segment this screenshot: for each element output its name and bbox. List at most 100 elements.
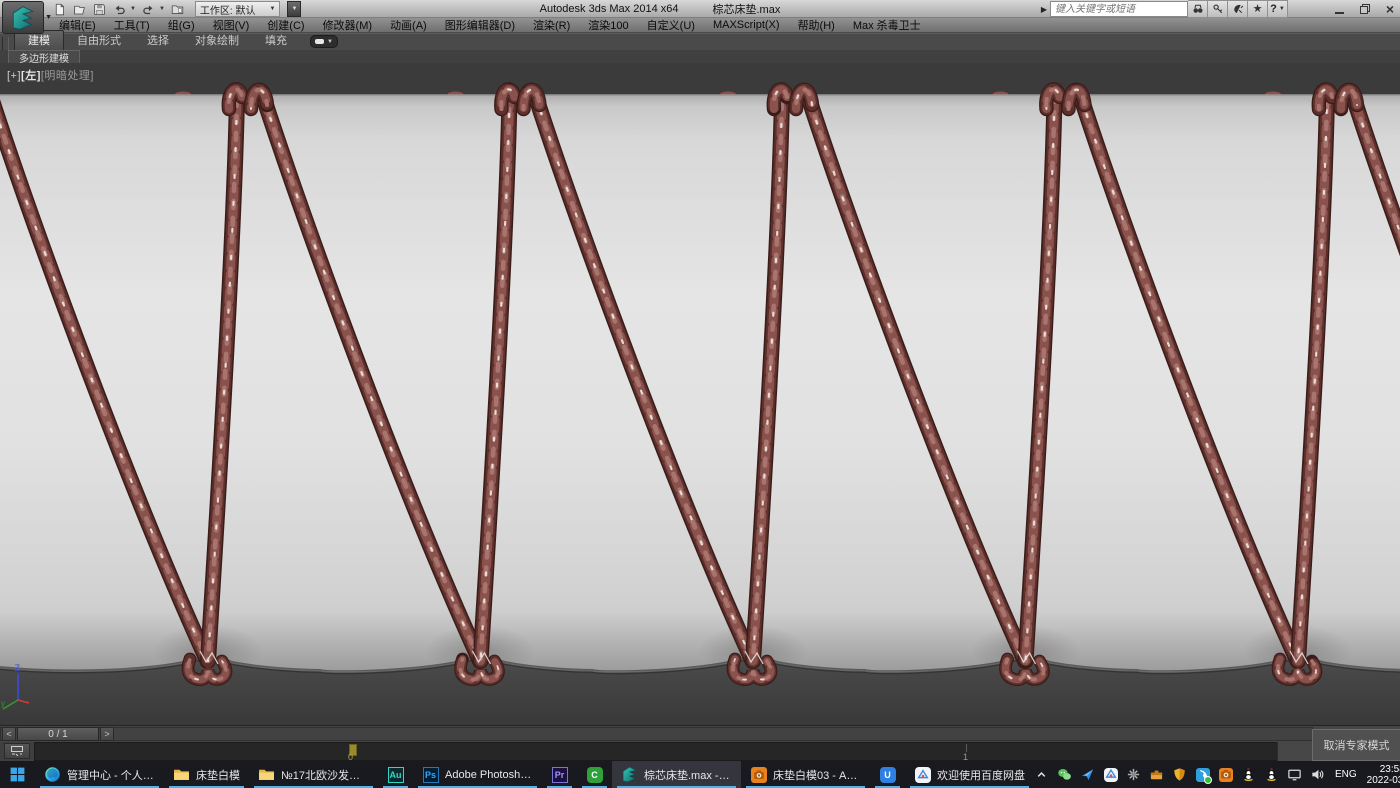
redo-icon[interactable] (141, 2, 156, 17)
menu-修改器M[interactable]: 修改器(M) (314, 17, 382, 33)
taskbar-clock[interactable]: 23:582022-03-14 (1367, 764, 1400, 786)
menu-渲染R[interactable]: 渲染(R) (524, 17, 579, 33)
frame-1-tick (966, 744, 967, 752)
security-shield-icon[interactable] (1172, 767, 1187, 782)
workspace-dropdown[interactable]: 工作区: 默认 ▼ (195, 1, 281, 17)
taskbar-app-欢迎使用百度网盘[interactable]: 欢迎使用百度网盘 (905, 761, 1034, 788)
wechat-icon[interactable] (1057, 767, 1072, 782)
taskbar-app-床垫白模03 - ACD...[interactable]: 床垫白模03 - ACD... (741, 761, 870, 788)
viewport-render: Zy (0, 63, 1400, 725)
taskbar-app-Adobe Photosho...[interactable]: Ps Adobe Photosho... (413, 761, 542, 788)
acdsee-icon[interactable] (1218, 767, 1233, 782)
chevron-down-icon: ▼ (45, 14, 52, 21)
ushield-icon: U (879, 766, 896, 783)
taskbar-app-棕芯床垫.max - Au...[interactable]: 棕芯床垫.max - Au... (612, 761, 741, 788)
help-icon[interactable]: ?▼ (1268, 0, 1288, 18)
acdsee-icon (750, 766, 767, 783)
clock-date: 2022-03-14 (1367, 775, 1400, 786)
taskbar-app-№17北欧沙发建模...[interactable]: №17北欧沙发建模... (249, 761, 378, 788)
start-icon (9, 766, 26, 783)
mini-curve-editor-button[interactable] (4, 743, 30, 759)
previous-frame-button[interactable]: < (2, 727, 16, 741)
chevron-down-icon: ▼ (269, 6, 275, 12)
quick-access-toolbar: ▼ ▼ 工作区: 默认 ▼ ▼ (52, 1, 301, 17)
menu-渲染100[interactable]: 渲染100 (579, 17, 637, 33)
taskbar-app-premiere-icon[interactable]: Pr (542, 761, 577, 788)
qq-icon[interactable] (1241, 767, 1256, 782)
start-button[interactable] (0, 761, 35, 788)
chevron-down-icon[interactable]: ▼ (159, 6, 165, 12)
undo-icon[interactable] (112, 2, 127, 17)
open-file-icon[interactable] (72, 2, 87, 17)
viewport[interactable]: [+][左][明暗处理] Zy (0, 63, 1400, 725)
track-bar[interactable]: 0 1 (34, 742, 1278, 761)
time-slider-thumb[interactable]: 0 / 1 (17, 727, 99, 741)
polygon-modeling-panel-tab[interactable]: 多边形建模 (8, 50, 80, 63)
workspace-label: 工作区: 默认 (200, 2, 256, 17)
menu-动画A[interactable]: 动画(A) (381, 17, 436, 33)
viewport-label: [+][左][明暗处理] (7, 67, 94, 83)
time-slider-track[interactable] (0, 727, 1313, 741)
viewport-shading-menu[interactable]: [明暗处理] (41, 70, 94, 82)
chevron-down-icon[interactable]: ▼ (130, 6, 136, 12)
taskbar-app-label: 棕芯床垫.max - Au... (644, 767, 732, 783)
minimize-button[interactable] (1335, 12, 1344, 14)
windows-taskbar: 管理中心 - 个人 - ... 床垫白模 №17北欧沙发建模... Au Ps Adobe… (0, 761, 1400, 788)
ribbon-tab-填充[interactable]: 填充 (252, 31, 300, 50)
project-folder-icon[interactable] (170, 2, 185, 17)
camtasia-icon: C (586, 766, 603, 783)
ribbon-tab-自由形式[interactable]: 自由形式 (64, 31, 134, 50)
restore-button[interactable] (1360, 4, 1370, 14)
system-tray: ENG 23:582022-03-14 (1034, 761, 1400, 788)
baidu-netdisk-icon[interactable] (1103, 767, 1118, 782)
cancel-expert-mode-button[interactable]: 取消专家模式 (1312, 729, 1400, 761)
qq-icon[interactable] (1264, 767, 1279, 782)
taskbar-app-床垫白模[interactable]: 床垫白模 (164, 761, 249, 788)
save-icon[interactable] (92, 2, 107, 17)
favorites-star-icon[interactable]: ★ (1248, 0, 1268, 18)
photoshop-icon: Ps (422, 766, 439, 783)
viewport-pov-menu[interactable]: [左] (21, 70, 41, 82)
taskbar-app-camtasia-icon[interactable]: C (577, 761, 612, 788)
audition-icon: Au (387, 766, 404, 783)
3dsmax-icon (621, 766, 638, 783)
taskbar-app-管理中心 - 个人 - ...[interactable]: 管理中心 - 个人 - ... (35, 761, 164, 788)
blue-arrow-icon[interactable] (1080, 767, 1095, 782)
taskbar-app-label: 床垫白模 (196, 767, 240, 783)
sign-in-key-icon[interactable] (1208, 0, 1228, 18)
network-icon[interactable] (1287, 767, 1302, 782)
language-indicator[interactable]: ENG (1333, 769, 1359, 780)
search-binoculars-icon[interactable] (1188, 0, 1208, 18)
menu-MAXScriptX[interactable]: MAXScript(X) (704, 19, 789, 31)
search-input[interactable] (1050, 1, 1188, 17)
chevron-down-icon: ▼ (327, 39, 333, 45)
menu-图形编辑器D[interactable]: 图形编辑器(D) (436, 17, 524, 33)
taskbar-app-label: №17北欧沙发建模... (281, 767, 369, 783)
taskbar-app-label: Adobe Photosho... (445, 769, 533, 781)
ribbon-display-toggle[interactable]: ▼ (310, 35, 338, 48)
viewport-general-menu[interactable]: [+] (7, 70, 21, 82)
next-frame-button[interactable]: > (100, 727, 114, 741)
volume-icon[interactable] (1310, 767, 1325, 782)
baidu-netdisk-icon (914, 766, 931, 783)
qat-overflow-button[interactable]: ▼ (287, 1, 301, 17)
communication-center-icon[interactable] (1228, 0, 1248, 18)
document-title: 棕芯床垫.max (712, 1, 780, 17)
desktop: { "colors": { "viewport_bg": "#3b3b3b", … (0, 0, 1400, 788)
taskbar-app-ushield-icon[interactable]: U (870, 761, 905, 788)
ribbon-tab-选择[interactable]: 选择 (134, 31, 182, 50)
ribbon-panel-row: 多边形建模 (0, 50, 1400, 63)
toolbox-icon[interactable] (1149, 767, 1164, 782)
taskbar-app-audition-icon[interactable]: Au (378, 761, 413, 788)
close-button[interactable]: × (1386, 2, 1394, 16)
gray-plus-icon[interactable] (1126, 767, 1141, 782)
infocenter-collapse-icon[interactable]: ▶ (1038, 5, 1050, 14)
menu-自定义U[interactable]: 自定义(U) (638, 17, 704, 33)
application-menu-button[interactable]: ▼ (2, 1, 44, 34)
chevron-up-icon[interactable] (1034, 767, 1049, 782)
new-file-icon[interactable] (52, 2, 67, 17)
menu-帮助H[interactable]: 帮助(H) (789, 17, 844, 33)
ribbon-tab-对象绘制[interactable]: 对象绘制 (182, 31, 252, 50)
menu-Max 杀毒卫士[interactable]: Max 杀毒卫士 (844, 17, 930, 33)
phone-icon[interactable] (1195, 767, 1210, 782)
